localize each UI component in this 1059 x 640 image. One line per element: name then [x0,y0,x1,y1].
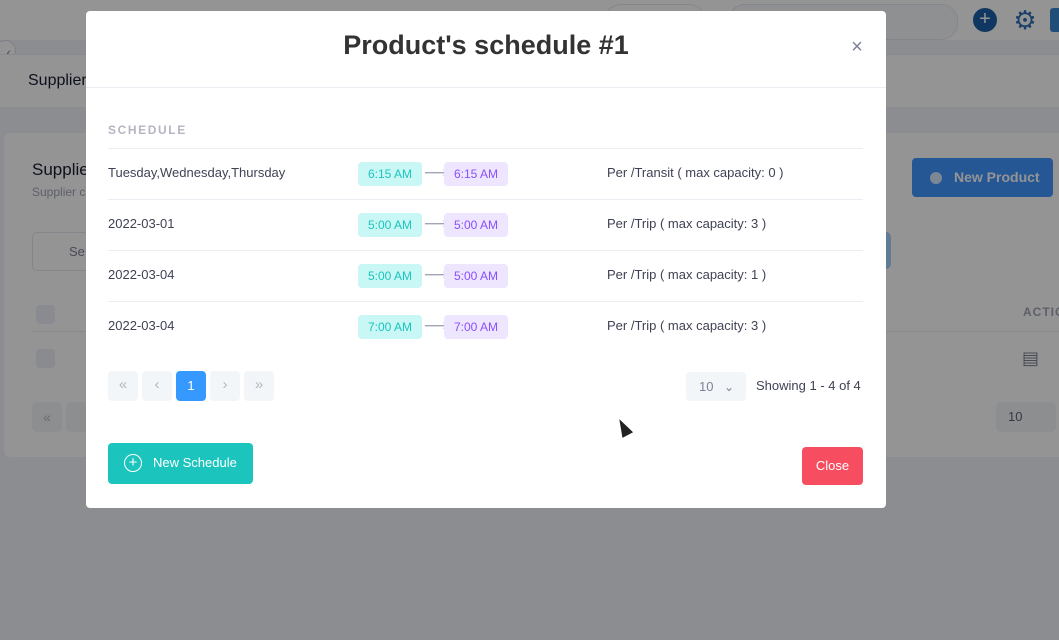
pagination-prev-button[interactable]: ‹ [142,371,172,401]
capacity-text: Per /Transit ( max capacity: 0 ) [607,165,784,180]
page-size-select[interactable]: 10 ⌄ [686,372,746,401]
start-time-badge: 5:00 AM [358,264,423,288]
start-time-badge: 6:15 AM [358,162,423,186]
schedule-row: 2022-03-01 5:00 AM ⟶ 5:00 AM Per /Trip (… [108,200,863,251]
pagination-last-button[interactable]: » [244,371,274,401]
schedule-days: 2022-03-04 [108,267,175,282]
plus-circle-icon: + [124,454,142,472]
capacity-text: Per /Trip ( max capacity: 3 ) [607,216,767,231]
capacity-text: Per /Trip ( max capacity: 1 ) [607,267,767,282]
modal-header: Product's schedule #1 × [86,11,886,88]
end-time-badge: 5:00 AM [444,213,509,237]
schedule-modal: Product's schedule #1 × SCHEDULE Tuesday… [86,11,886,508]
schedule-row: 2022-03-04 7:00 AM ⟶ 7:00 AM Per /Trip (… [108,302,863,353]
schedule-column-header: SCHEDULE [108,123,187,137]
schedule-days: 2022-03-01 [108,216,175,231]
arrow-right-icon: ⟶ [424,163,449,182]
schedule-days: Tuesday,Wednesday,Thursday [108,165,286,180]
start-time-badge: 7:00 AM [358,315,423,339]
modal-title: Product's schedule #1 [343,30,629,60]
pagination-first-button[interactable]: « [108,371,138,401]
schedule-row: 2022-03-04 5:00 AM ⟶ 5:00 AM Per /Trip (… [108,251,863,302]
page-size-value: 10 [699,379,714,394]
pagination-next-button[interactable]: › [210,371,240,401]
chevron-down-icon: ⌄ [724,380,735,394]
schedule-days: 2022-03-04 [108,318,175,333]
arrow-right-icon: ⟶ [424,214,449,233]
start-time-badge: 5:00 AM [358,213,423,237]
end-time-badge: 6:15 AM [444,162,509,186]
new-schedule-label: New Schedule [153,455,237,470]
schedule-row: Tuesday,Wednesday,Thursday 6:15 AM ⟶ 6:1… [108,149,863,200]
capacity-text: Per /Trip ( max capacity: 3 ) [607,318,767,333]
arrow-right-icon: ⟶ [424,316,449,335]
close-button[interactable]: Close [802,447,863,485]
pagination-page-1[interactable]: 1 [176,371,206,401]
end-time-badge: 7:00 AM [444,315,509,339]
new-schedule-button[interactable]: + New Schedule [108,443,253,484]
close-icon[interactable]: × [848,37,866,57]
end-time-badge: 5:00 AM [444,264,509,288]
pagination-info: Showing 1 - 4 of 4 [756,378,861,393]
arrow-right-icon: ⟶ [424,265,449,284]
